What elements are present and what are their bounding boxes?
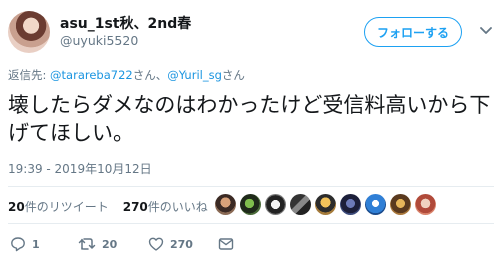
- liker-avatar[interactable]: [240, 194, 261, 215]
- tweet-actions: 1 20 270: [8, 236, 494, 254]
- retweet-action[interactable]: 20: [78, 236, 117, 252]
- like-count: 270: [170, 237, 193, 251]
- mention-link[interactable]: @Yuril_sg: [167, 68, 222, 82]
- retweet-count: 20: [102, 237, 118, 251]
- liker-avatar[interactable]: [415, 194, 436, 215]
- like-action[interactable]: 270: [148, 236, 193, 252]
- heart-icon: [148, 236, 164, 252]
- liker-avatars: [215, 194, 436, 215]
- liker-avatar[interactable]: [340, 194, 361, 215]
- tweet-timestamp[interactable]: 19:39 - 2019年10月12日: [8, 160, 152, 177]
- retweet-count: 20: [8, 200, 25, 214]
- reply-suffix: さん: [221, 68, 245, 82]
- liker-avatar[interactable]: [390, 194, 411, 215]
- direct-message-action[interactable]: [218, 236, 234, 252]
- reply-action[interactable]: 1: [10, 236, 40, 252]
- reply-count: 1: [32, 237, 40, 251]
- follow-button[interactable]: フォローする: [364, 17, 462, 47]
- liker-avatar[interactable]: [315, 194, 336, 215]
- liker-avatar[interactable]: [290, 194, 311, 215]
- mention-link[interactable]: @tarareba722: [50, 68, 133, 82]
- liker-avatar[interactable]: [215, 194, 236, 215]
- reply-separator: さん、: [132, 68, 168, 82]
- reply-icon: [10, 236, 26, 252]
- author-display-name[interactable]: asu_1st秋、2nd春: [60, 13, 191, 33]
- retweet-stat-label: 件のリツイート: [24, 200, 109, 214]
- like-stat-label: 件のいいね: [147, 200, 208, 214]
- retweet-icon: [78, 236, 96, 252]
- author-handle[interactable]: @uyuki5520: [60, 33, 138, 48]
- divider: [8, 223, 494, 224]
- engagement-stats: 20件のリツイート 270件のいいね: [8, 198, 208, 215]
- liker-avatar[interactable]: [365, 194, 386, 215]
- tweet-text: 壊したらダメなのはわかったけど受信料高いから下げてほしい。: [8, 93, 491, 145]
- envelope-icon: [218, 236, 234, 252]
- divider: [8, 186, 494, 187]
- liker-avatar[interactable]: [265, 194, 286, 215]
- reply-prefix: 返信先:: [8, 68, 51, 82]
- reply-context: 返信先: @tarareba722さん、@Yuril_sgさん: [8, 67, 245, 83]
- chevron-down-icon[interactable]: [479, 24, 493, 38]
- retweet-stat[interactable]: 20件のリツイート: [8, 198, 109, 215]
- author-avatar[interactable]: [8, 11, 50, 53]
- like-count: 270: [122, 200, 148, 214]
- like-stat[interactable]: 270件のいいね: [123, 198, 208, 215]
